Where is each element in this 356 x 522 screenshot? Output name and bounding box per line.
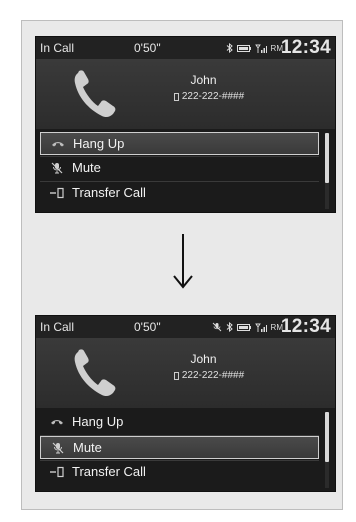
- scrollbar-thumb[interactable]: [325, 133, 329, 183]
- call-screen-before: In Call 0'50" RM 12:34 John 222-222-####…: [35, 36, 336, 213]
- transfer-call-icon: [50, 466, 64, 478]
- mute-icon: [51, 162, 63, 174]
- menu-item-label: Transfer Call: [72, 185, 146, 200]
- contact-name: John: [190, 352, 217, 366]
- status-bar: In Call 0'50" RM 12:34: [36, 37, 335, 59]
- transfer-call-icon: [50, 187, 64, 199]
- menu-item-transfer-call[interactable]: Transfer Call: [40, 182, 319, 205]
- call-info-panel: John 222-222-####: [36, 338, 335, 408]
- menu-scrollbar[interactable]: [325, 412, 329, 488]
- menu-scrollbar[interactable]: [325, 133, 329, 209]
- mute-status-icon: [212, 322, 221, 332]
- bluetooth-icon: [226, 322, 233, 332]
- menu-item-hang-up[interactable]: Hang Up: [40, 132, 319, 155]
- bluetooth-icon: [226, 43, 233, 53]
- scrollbar-thumb[interactable]: [325, 412, 329, 462]
- clock: 12:34: [280, 316, 331, 337]
- call-options-menu: Hang Up Mute Transfer Call: [36, 408, 335, 491]
- menu-item-label: Hang Up: [73, 136, 125, 151]
- mobile-phone-icon: [173, 92, 179, 101]
- call-timer: 0'50": [134, 320, 161, 334]
- call-info-panel: John 222-222-####: [36, 59, 335, 129]
- contact-number-row: 222-222-####: [154, 370, 264, 381]
- hang-up-icon: [52, 142, 64, 147]
- status-bar: In Call 0'50" RM 12:34: [36, 316, 335, 338]
- battery-icon: [236, 323, 251, 331]
- menu-item-label: Mute: [72, 160, 101, 175]
- call-options-menu: Hang Up Mute Transfer Call: [36, 129, 335, 212]
- menu-item-label: Hang Up: [72, 414, 124, 429]
- call-screen-after: In Call 0'50" RM 12:34 John 222-222-####…: [35, 315, 336, 492]
- menu-item-mute[interactable]: Mute: [40, 157, 319, 180]
- down-arrow-icon: [173, 234, 193, 289]
- menu-item-transfer-call[interactable]: Transfer Call: [40, 461, 319, 484]
- contact-number-row: 222-222-####: [154, 91, 264, 102]
- status-icons: RM: [212, 322, 283, 332]
- battery-icon: [236, 44, 251, 52]
- phone-handset-icon: [74, 349, 116, 397]
- signal-strength-icon: [254, 323, 267, 332]
- menu-item-label: Transfer Call: [72, 464, 146, 479]
- hang-up-icon: [51, 420, 63, 425]
- menu-item-hang-up[interactable]: Hang Up: [40, 411, 319, 434]
- menu-item-mute[interactable]: Mute: [40, 436, 319, 459]
- contact-name: John: [190, 73, 217, 87]
- call-status-label: In Call: [40, 320, 75, 334]
- status-icons: RM: [226, 43, 283, 53]
- phone-handset-icon: [74, 70, 116, 118]
- mobile-phone-icon: [173, 371, 179, 380]
- contact-number: 222-222-####: [181, 91, 245, 102]
- call-status-label: In Call: [40, 41, 75, 55]
- contact-number: 222-222-####: [181, 370, 245, 381]
- call-timer: 0'50": [134, 41, 161, 55]
- clock: 12:34: [280, 37, 331, 58]
- mute-icon: [52, 442, 64, 454]
- signal-strength-icon: [254, 44, 267, 53]
- menu-item-label: Mute: [73, 440, 102, 455]
